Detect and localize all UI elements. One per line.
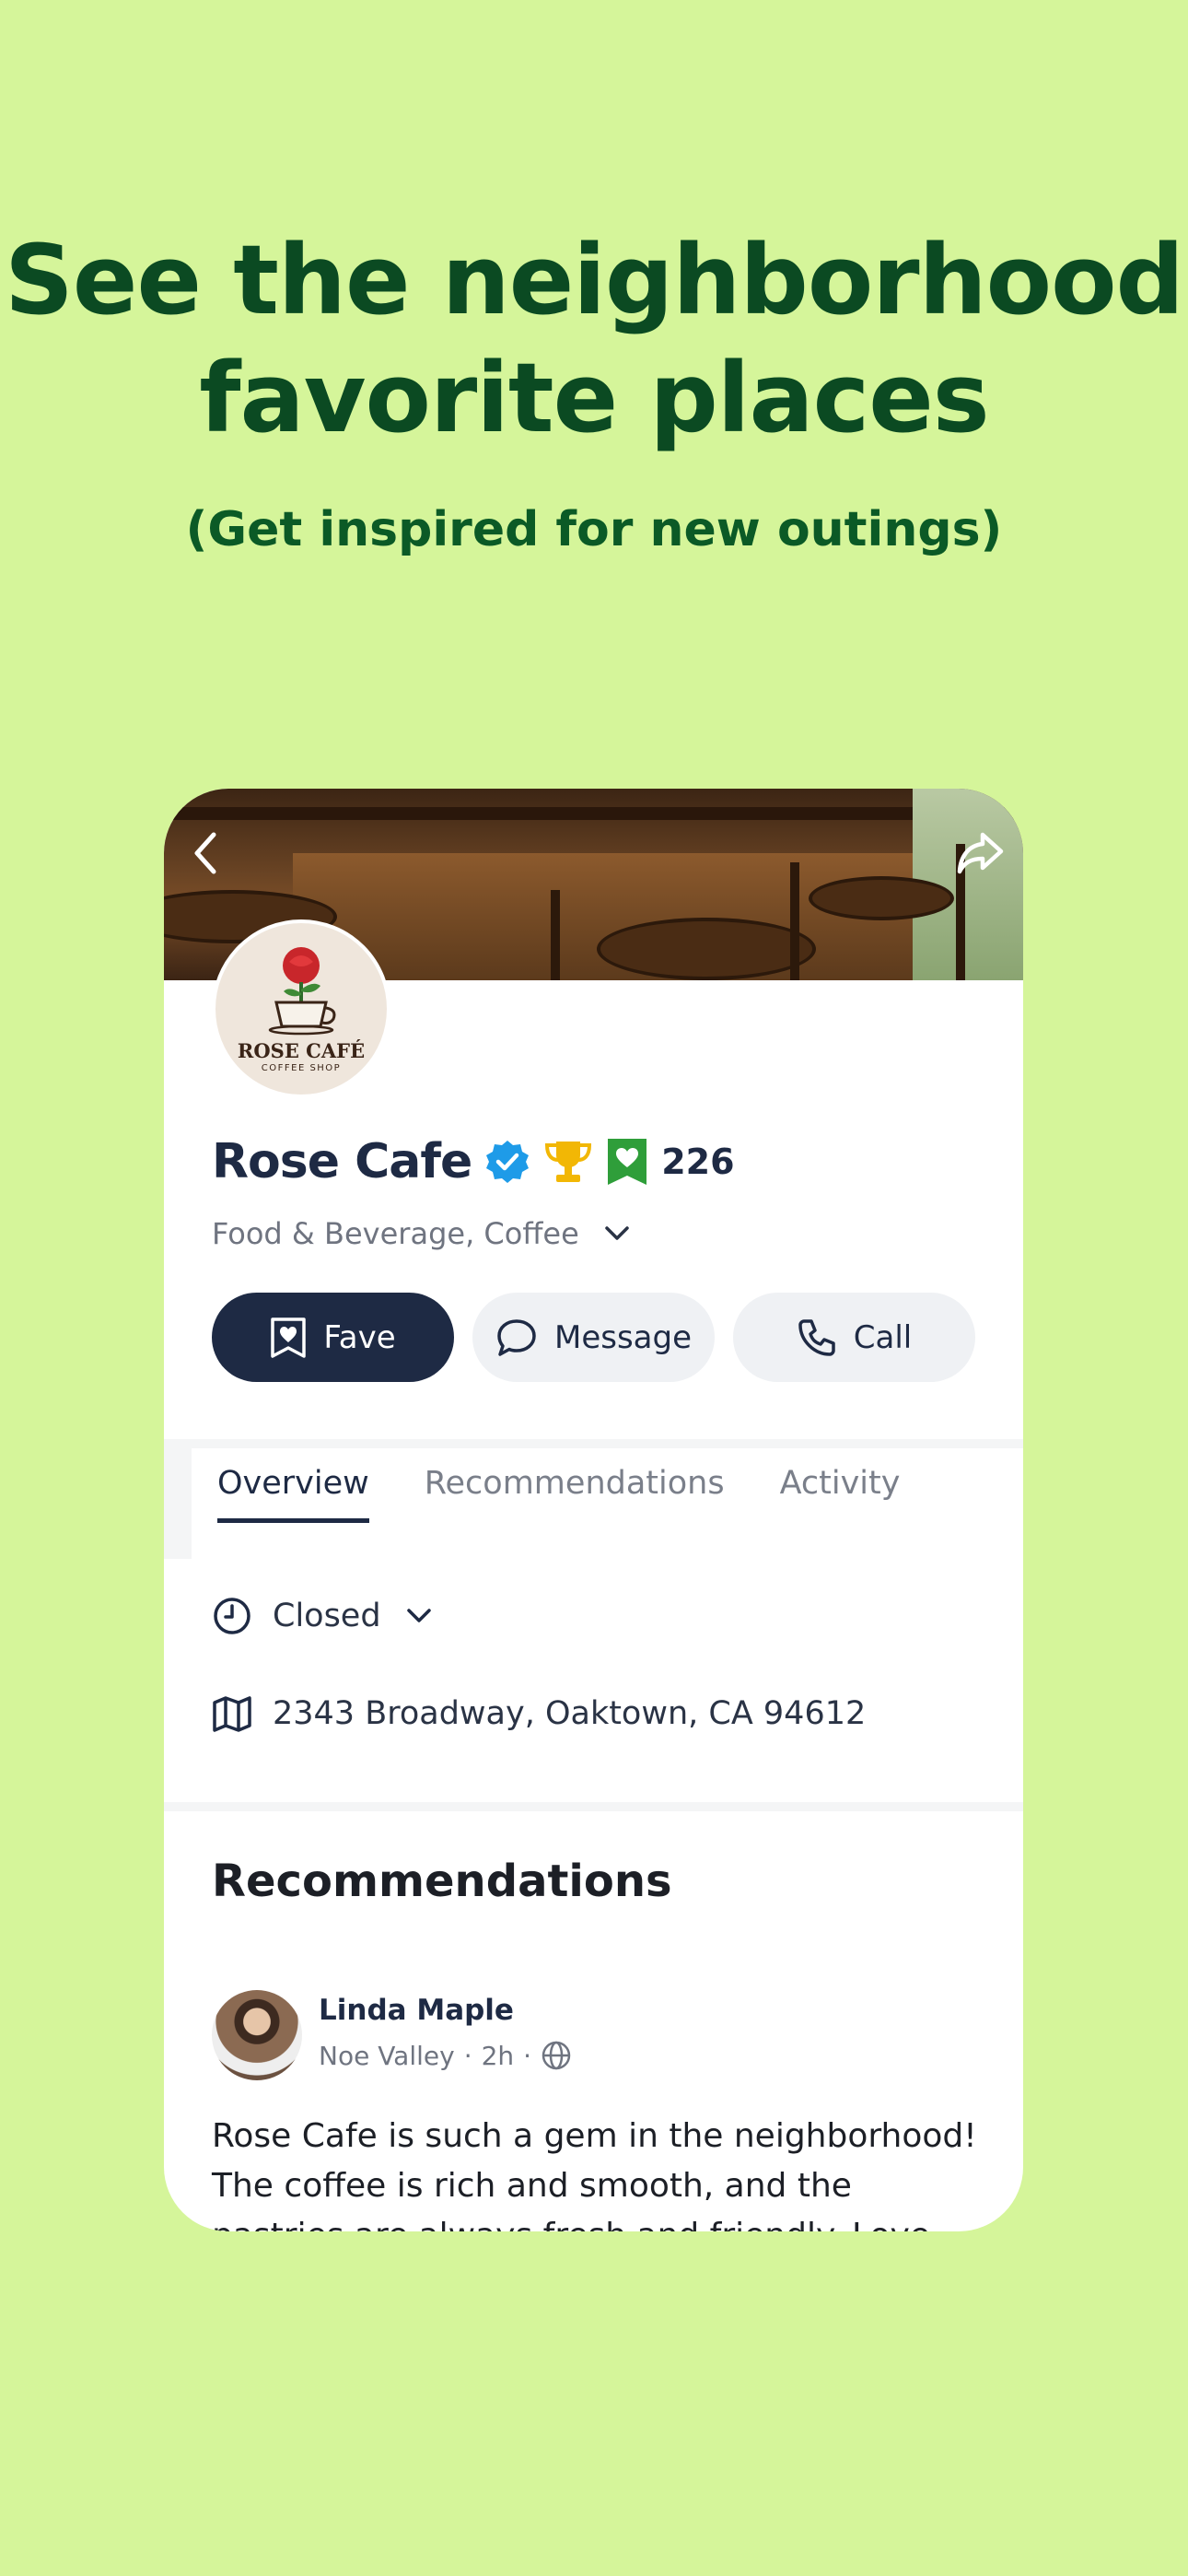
business-logo: ROSE CAFÉ COFFEE SHOP (212, 919, 390, 1098)
address-row[interactable]: 2343 Broadway, Oaktown, CA 94612 (212, 1693, 866, 1734)
chevron-left-icon (194, 832, 216, 874)
post-meta: Noe Valley · 2h · (319, 2040, 572, 2071)
back-button[interactable] (169, 816, 243, 890)
business-name: Rose Cafe (212, 1134, 472, 1189)
hours-status: Closed (273, 1598, 381, 1634)
call-button[interactable]: Call (733, 1293, 975, 1382)
avatar[interactable] (212, 1990, 302, 2080)
hours-row[interactable]: Closed (212, 1596, 433, 1636)
message-button-label: Message (553, 1318, 692, 1356)
trophy-icon (545, 1142, 592, 1182)
verified-check-icon (486, 1141, 530, 1183)
tab-overview[interactable]: Overview (217, 1465, 369, 1523)
message-button[interactable]: Message (472, 1293, 715, 1382)
fave-count: 226 (661, 1142, 735, 1182)
post-time: 2h (481, 2040, 515, 2071)
recommendations-heading: Recommendations (212, 1856, 672, 1907)
heart-bookmark-icon (271, 1317, 307, 1358)
divider (164, 1439, 1023, 1448)
fave-badge (606, 1137, 648, 1187)
post-author[interactable]: Linda Maple (319, 1994, 514, 2027)
post-neighborhood: Noe Valley (319, 2040, 455, 2071)
action-buttons: Fave Message Call (212, 1293, 975, 1382)
cover-photo-chair (551, 890, 560, 980)
post-body: Rose Cafe is such a gem in the neighborh… (212, 2117, 977, 2231)
fave-button-label: Fave (323, 1318, 396, 1356)
rose-cup-icon (268, 947, 336, 1036)
globe-icon (542, 2041, 571, 2070)
tab-recommendations[interactable]: Recommendations (425, 1465, 725, 1523)
promo-headline-line2: favorite places (199, 342, 989, 454)
cover-photo-shelf (164, 807, 1023, 820)
clock-icon (212, 1596, 252, 1636)
tabs-edge (164, 1448, 192, 1559)
verified-badge (484, 1139, 530, 1185)
heart-bookmark-icon (608, 1139, 647, 1185)
category-label: Food & Beverage, Coffee (212, 1216, 579, 1251)
promo-headline-line1: See the neighborhood (5, 224, 1184, 336)
cover-photo-table (809, 876, 954, 920)
meta-separator: · (523, 2040, 532, 2071)
map-icon (212, 1693, 252, 1734)
chevron-down-icon (405, 1607, 433, 1625)
share-icon (957, 832, 1004, 874)
fave-button[interactable]: Fave (212, 1293, 454, 1382)
promo-headline: See the neighborhood favorite places (0, 221, 1188, 457)
category-dropdown[interactable]: Food & Beverage, Coffee (212, 1211, 631, 1257)
meta-separator: · (463, 2040, 472, 2071)
cover-photo-table (597, 918, 816, 980)
logo-subtitle: COFFEE SHOP (261, 1063, 342, 1073)
divider (164, 1802, 1023, 1811)
cover-photo-chair (790, 862, 799, 980)
address-text: 2343 Broadway, Oaktown, CA 94612 (273, 1695, 867, 1732)
business-profile-card: ROSE CAFÉ COFFEE SHOP Rose Cafe 226 Food… (164, 789, 1023, 2231)
chat-bubble-icon (497, 1318, 536, 1356)
share-button[interactable] (944, 816, 1018, 890)
business-name-row: Rose Cafe 226 (212, 1130, 735, 1194)
promo-subhead: (Get inspired for new outings) (185, 502, 1003, 557)
tab-activity[interactable]: Activity (780, 1465, 901, 1523)
trophy-badge (543, 1138, 593, 1186)
call-button-label: Call (853, 1318, 913, 1356)
logo-title: ROSE CAFÉ (237, 1039, 366, 1062)
chevron-down-icon (603, 1224, 631, 1243)
phone-icon (798, 1318, 835, 1356)
profile-tabs: Overview Recommendations Activity (217, 1465, 900, 1523)
